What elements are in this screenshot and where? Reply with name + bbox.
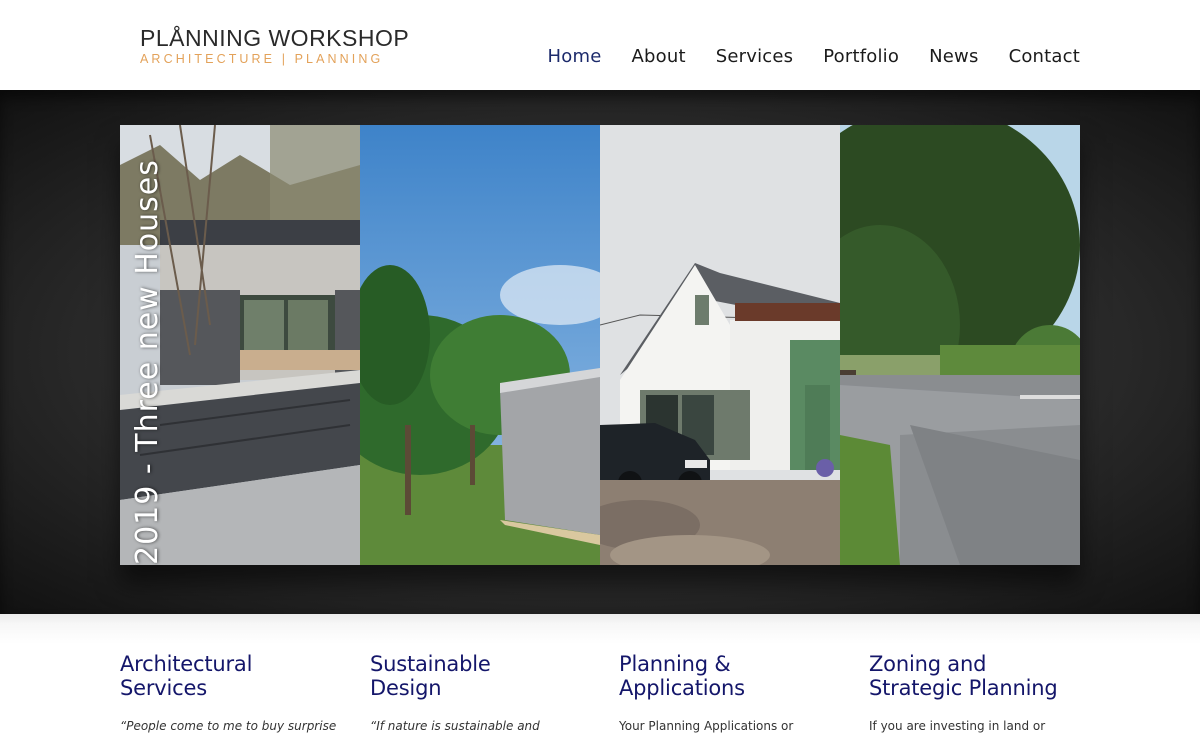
slide-panel-3[interactable] — [600, 125, 840, 565]
service-title[interactable]: Planning & Applications — [619, 652, 839, 700]
nav-news[interactable]: News — [929, 44, 978, 70]
slide-caption: 2019 - Three new Houses — [130, 159, 165, 565]
service-architectural[interactable]: Architectural Services “People come to me… — [120, 652, 340, 734]
nav-services[interactable]: Services — [716, 44, 794, 70]
image-slider[interactable]: 2019 - Three new Houses — [120, 125, 1080, 565]
service-planning[interactable]: Planning & Applications Your Planning App… — [619, 652, 839, 734]
logo-title: PLÅNNING WORKSHOP — [140, 25, 410, 51]
service-text: If you are investing in land or — [869, 719, 1046, 733]
nav-contact[interactable]: Contact — [1009, 44, 1080, 70]
site-logo[interactable]: PLÅNNING WORKSHOP ARCHITECTURE | PLANNIN… — [140, 24, 409, 67]
service-title[interactable]: Architectural Services — [120, 652, 340, 700]
service-text: “If nature is sustainable and — [370, 719, 540, 733]
service-text: Your Planning Applications or — [619, 719, 794, 733]
render-photo-2 — [360, 125, 600, 565]
hero-band: 2019 - Three new Houses — [0, 90, 1200, 614]
slide-caption-wrapper: 2019 - Three new Houses — [128, 125, 168, 565]
service-title[interactable]: Sustainable Design — [370, 652, 590, 700]
nav-portfolio[interactable]: Portfolio — [823, 44, 899, 70]
site-header: PLÅNNING WORKSHOP ARCHITECTURE | PLANNIN… — [0, 0, 1200, 90]
logo-subtitle: ARCHITECTURE | PLANNING — [140, 52, 384, 66]
house-photo-3 — [600, 125, 840, 565]
service-title[interactable]: Zoning and Strategic Planning — [869, 652, 1089, 700]
services-section: Architectural Services “People come to me… — [0, 614, 1200, 740]
nav-about[interactable]: About — [632, 44, 686, 70]
slide-panel-2[interactable] — [360, 125, 600, 565]
street-photo-4 — [840, 125, 1080, 565]
service-sustainable[interactable]: Sustainable Design “If nature is sustaina… — [370, 652, 590, 734]
nav-home[interactable]: Home — [548, 44, 602, 70]
slide-panel-4[interactable] — [840, 125, 1080, 565]
service-zoning[interactable]: Zoning and Strategic Planning If you are … — [869, 652, 1089, 734]
main-nav: Home About Services Portfolio News Conta… — [548, 44, 1080, 70]
service-text: “People come to me to buy surprise — [120, 719, 337, 733]
